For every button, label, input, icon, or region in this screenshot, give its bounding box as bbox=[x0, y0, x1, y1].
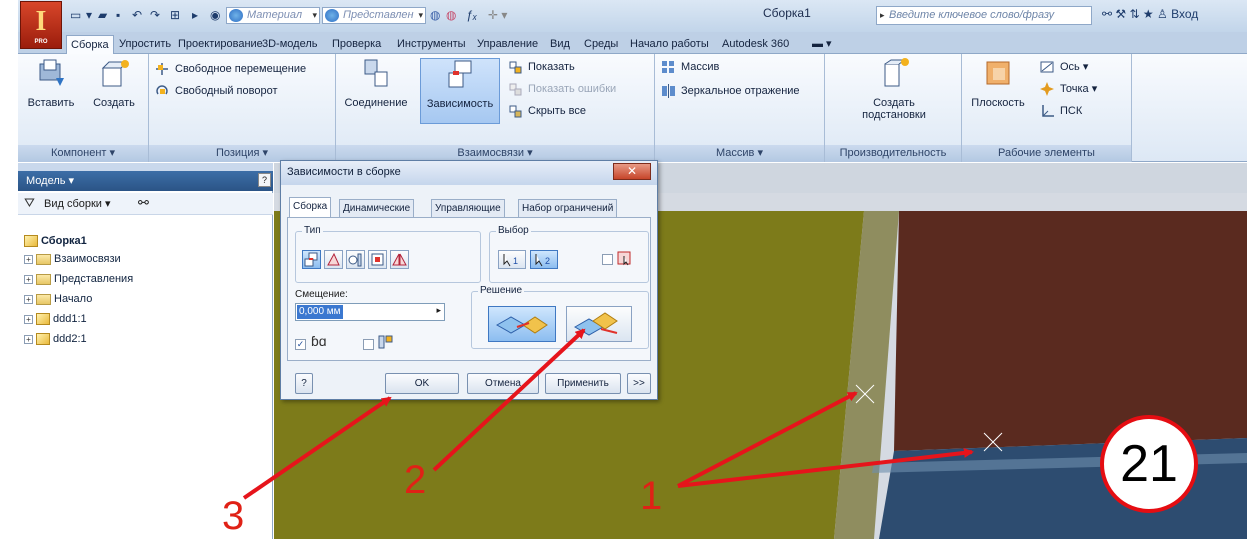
step-label-1: 1 bbox=[640, 474, 663, 518]
step-label-3: 3 bbox=[222, 494, 245, 538]
arrow-3 bbox=[242, 396, 392, 500]
arrow-2 bbox=[432, 328, 586, 472]
annotation-arrows bbox=[242, 328, 974, 500]
arrow-1b bbox=[677, 447, 974, 488]
step-label-2: 2 bbox=[404, 458, 427, 502]
arrow-1a bbox=[677, 391, 858, 488]
slide-number-badge: 21 bbox=[1100, 415, 1198, 513]
